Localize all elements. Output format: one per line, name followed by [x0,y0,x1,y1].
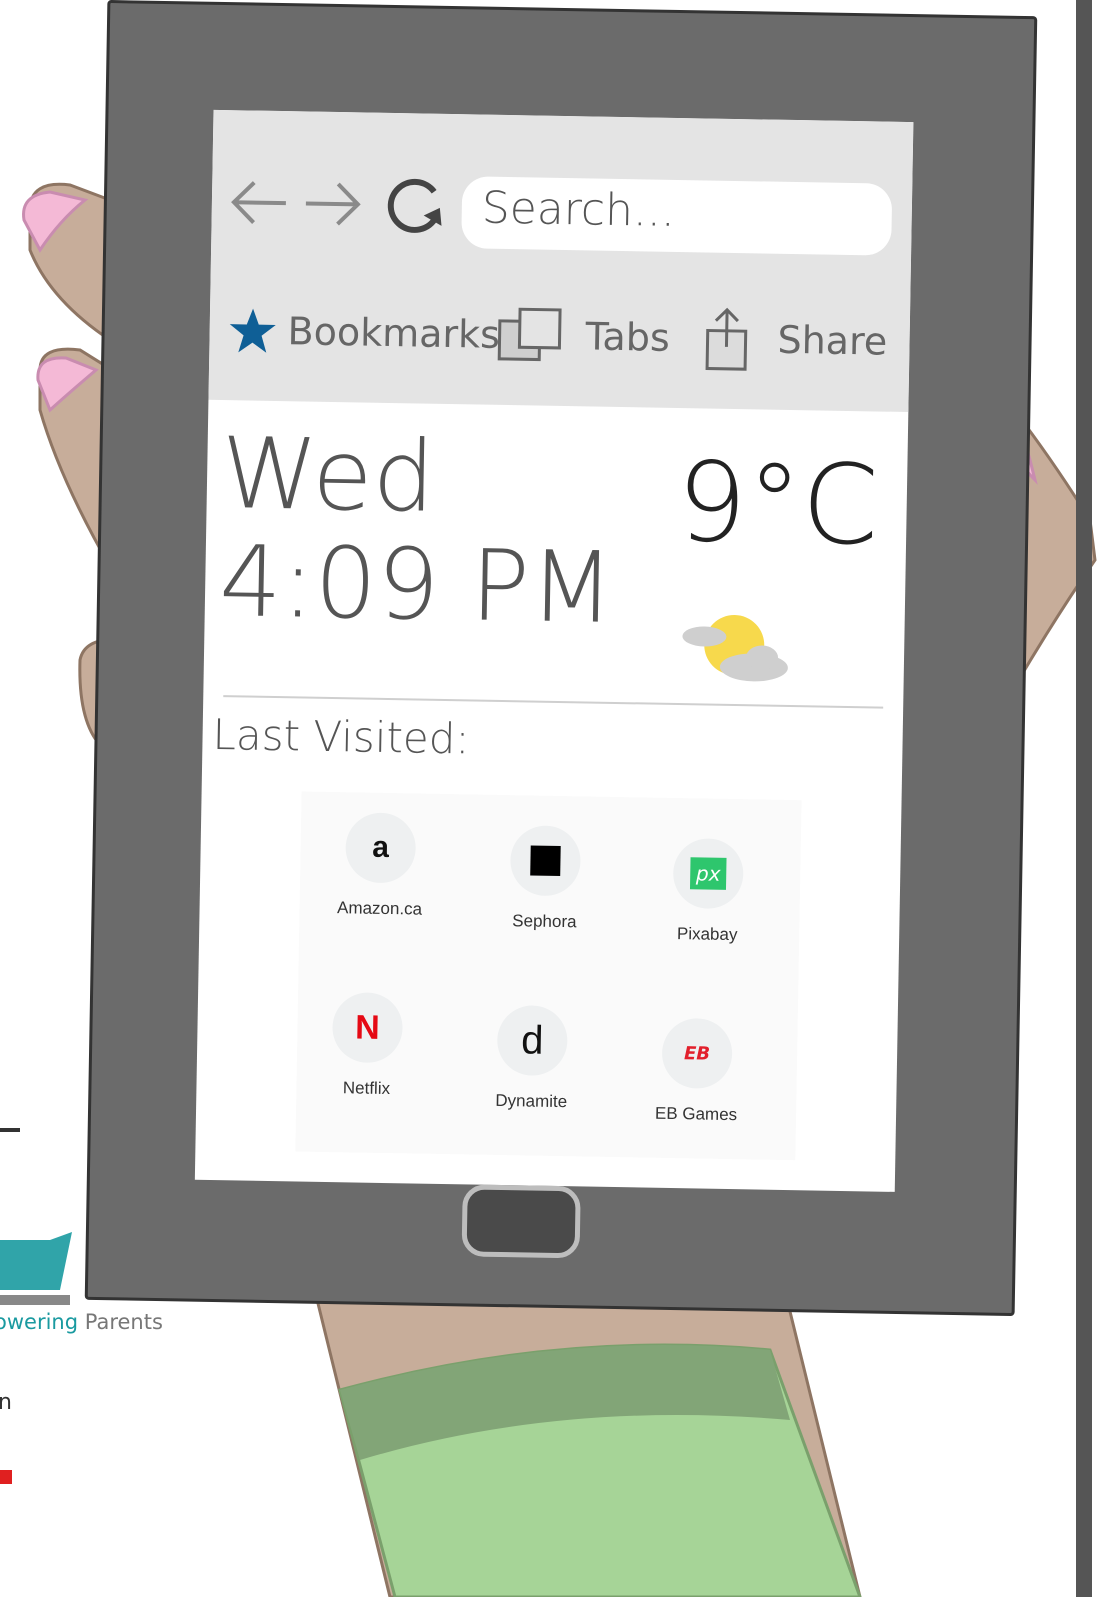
share-label: Share [777,317,888,364]
tablet-device: Search... Bookmarks Tabs Share Wed 4:09 … [84,0,1038,1317]
reload-button[interactable] [383,175,450,236]
share-icon [705,307,748,371]
sephora-logo-icon [509,825,582,897]
reload-icon [387,178,442,233]
partial-branding-text: owering Parents [0,1310,163,1334]
dynamite-logo-icon: d [496,1004,568,1077]
partly-cloudy-icon [682,615,788,682]
weekday-text: Wed [220,417,436,535]
branding-teal-text: owering [0,1310,79,1334]
right-edge-bar [1076,0,1092,1597]
site-tile-pixabay[interactable]: px Pixabay [632,837,784,946]
site-label: Dynamite [495,1090,568,1112]
site-tile-amazon[interactable]: a Amazon.ca [304,812,456,921]
temperature-text: 9°C [675,438,880,570]
site-tile-netflix[interactable]: N Netflix [291,991,443,1100]
eb-games-logo-icon: EB [661,1017,733,1090]
bookmarks-label: Bookmarks [287,309,501,357]
branding-gray-text: Parents [84,1310,163,1334]
divider [223,695,884,709]
arrow-left-icon [231,181,286,224]
netflix-logo-icon: N [331,992,404,1064]
back-button[interactable] [225,172,292,233]
site-label: EB Games [654,1103,738,1125]
search-input[interactable]: Search... [461,176,893,256]
site-label: Pixabay [676,924,738,945]
partial-text-line: n [0,1390,12,1415]
site-tile-sephora[interactable]: Sephora [469,824,621,933]
site-label: Netflix [342,1078,391,1099]
search-placeholder: Search... [481,182,676,237]
share-button[interactable]: Share [703,303,888,376]
illustration-scene: Search... Bookmarks Tabs Share Wed 4:09 … [0,0,1118,1597]
tabs-label: Tabs [585,314,671,360]
date-time-widget: Wed 4:09 PM [218,417,617,646]
tabs-icon [497,307,562,362]
last-visited-grid: a Amazon.ca Sephora px Pixabay N Netflix… [295,791,802,1161]
amazon-logo-icon: a [345,812,417,884]
site-tile-eb-games[interactable]: EB EB Games [621,1017,773,1126]
pixabay-logo-icon: px [672,837,744,910]
browser-screen: Search... Bookmarks Tabs Share Wed 4:09 … [194,109,914,1192]
site-label: Amazon.ca [336,898,423,919]
time-text: 4:09 PM [218,525,616,646]
last-visited-heading: Last Visited: [212,709,470,764]
star-icon [229,308,276,353]
site-label: Sephora [512,911,577,932]
home-button[interactable] [461,1184,581,1259]
forward-button[interactable] [301,173,368,234]
bookmarks-button[interactable]: Bookmarks [227,295,500,370]
browser-toolbar: Search... Bookmarks Tabs Share [208,109,914,413]
tabs-button[interactable]: Tabs [497,300,670,373]
site-tile-dynamite[interactable]: d Dynamite [456,1004,608,1113]
arrow-right-icon [305,182,361,226]
